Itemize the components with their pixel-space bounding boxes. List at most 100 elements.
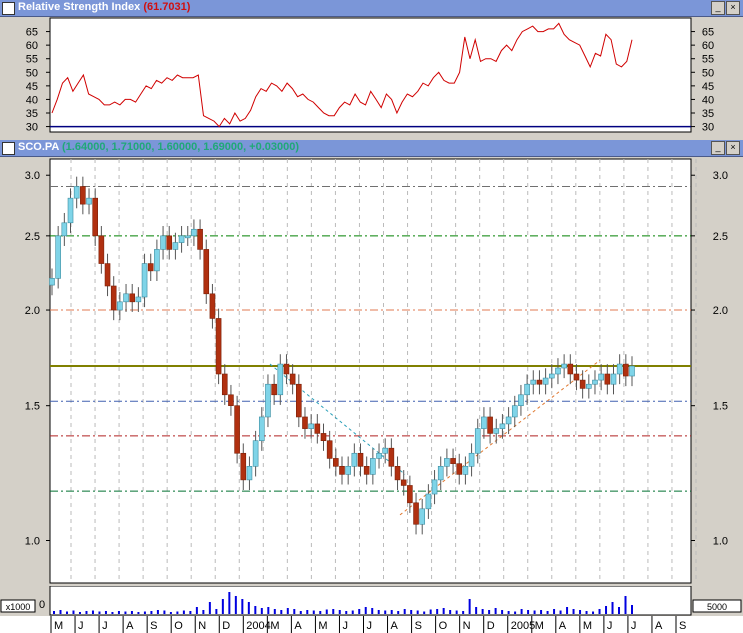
close-button[interactable]: ×: [726, 1, 740, 15]
rsi-plot-area: [49, 17, 692, 133]
volume-bar: [429, 609, 432, 614]
volume-bar: [150, 611, 153, 614]
volume-bar: [91, 610, 94, 614]
close-button[interactable]: ×: [726, 141, 740, 155]
candle-body: [308, 423, 314, 429]
rsi-tick-label: 30: [702, 122, 714, 134]
volume-bar: [364, 607, 367, 614]
candle-body: [462, 466, 469, 475]
volume-bar: [598, 609, 601, 614]
candle-body: [123, 293, 129, 303]
candle-body: [616, 363, 623, 375]
minimize-button[interactable]: _: [711, 141, 725, 155]
candle-body: [530, 379, 537, 385]
candle-body: [382, 447, 388, 454]
rsi-tick-label: 55: [702, 54, 714, 66]
volume-bar: [111, 612, 114, 614]
volume-bar: [280, 610, 283, 614]
x-tick-label: A: [655, 620, 663, 632]
candle-body: [73, 186, 80, 199]
volume-bar: [332, 609, 335, 614]
candle-body: [252, 440, 259, 467]
price-tick-label: 1.5: [713, 401, 728, 413]
volume-plot-area: [49, 586, 692, 616]
volume-bar: [397, 611, 400, 614]
volume-unit-label: x1000: [6, 602, 31, 612]
rsi-title: Relative Strength Index (61.7031): [18, 1, 190, 13]
candle-body: [363, 466, 370, 475]
candle-body: [493, 428, 500, 434]
volume-bar: [624, 596, 627, 614]
volume-bar: [59, 610, 62, 614]
volume-bar: [572, 609, 575, 614]
candle-body: [623, 363, 629, 377]
volume-bar: [605, 606, 608, 614]
volume-chart: x1000 0 5000: [0, 586, 742, 616]
volume-bar: [410, 610, 413, 614]
x-tick-label: S: [679, 620, 686, 632]
candle-body: [357, 452, 364, 467]
candle-body: [61, 222, 68, 237]
volume-bar: [533, 610, 536, 614]
x-tick-label: J: [631, 620, 637, 632]
volume-bar: [293, 609, 296, 614]
candle-body: [197, 228, 203, 250]
minimize-button[interactable]: _: [711, 1, 725, 15]
price-tick-label: 2.0: [25, 305, 40, 317]
candle-body: [283, 363, 290, 375]
volume-bar: [319, 611, 322, 614]
volume-bar: [169, 612, 172, 614]
volume-bar: [299, 611, 302, 614]
panel-icon: [2, 2, 15, 15]
rsi-tick-label: 55: [26, 54, 38, 66]
candle-body: [289, 373, 296, 385]
volume-bar: [228, 592, 231, 614]
candle-body: [110, 285, 117, 311]
candle-body: [296, 383, 302, 418]
x-tick-label: M: [318, 620, 327, 632]
candle-body: [561, 363, 567, 369]
rsi-title-text: Relative Strength Index: [18, 1, 141, 13]
volume-bar: [98, 611, 101, 614]
rsi-tick-label: 40: [702, 94, 714, 106]
volume-bar: [345, 611, 348, 614]
volume-bar: [423, 611, 426, 614]
candle-body: [67, 197, 74, 224]
volume-bar: [312, 610, 315, 614]
rsi-tick-label: 60: [702, 40, 714, 52]
volume-bar: [124, 611, 127, 614]
x-tick-label: D: [222, 620, 230, 632]
volume-bar: [481, 609, 484, 614]
volume-zero-label: 0: [39, 599, 45, 611]
candle-body: [80, 186, 86, 205]
volume-bar: [195, 607, 198, 614]
candle-body: [86, 197, 92, 205]
volume-bar: [514, 611, 517, 614]
candle-body: [320, 433, 327, 442]
candle-body: [92, 197, 98, 237]
volume-bar: [618, 607, 621, 614]
candle-body: [450, 458, 456, 464]
volume-bar: [65, 611, 68, 614]
candle-body: [351, 452, 358, 467]
rsi-tick-label: 50: [26, 67, 38, 79]
volume-bar: [182, 610, 185, 614]
volume-bar: [104, 611, 107, 614]
rsi-tick-label: 35: [702, 108, 714, 120]
volume-bar: [559, 610, 562, 614]
candle-body: [154, 249, 160, 272]
candle-body: [567, 363, 574, 375]
volume-bar: [163, 610, 166, 614]
candle-body: [203, 249, 210, 295]
rsi-tick-label: 30: [26, 122, 38, 134]
candle-body: [172, 242, 179, 250]
candle-body: [400, 479, 407, 486]
volume-bar: [202, 610, 205, 614]
rsi-tick-label: 45: [26, 81, 38, 93]
price-panel-titlebar: SCO.PA (1.64000, 1.71000, 1.60000, 1.690…: [0, 140, 743, 157]
x-tick-label: S: [415, 620, 422, 632]
price-tick-label: 1.0: [713, 535, 728, 547]
volume-bar: [553, 609, 556, 614]
volume-bar: [377, 610, 380, 614]
volume-bar: [143, 611, 146, 614]
